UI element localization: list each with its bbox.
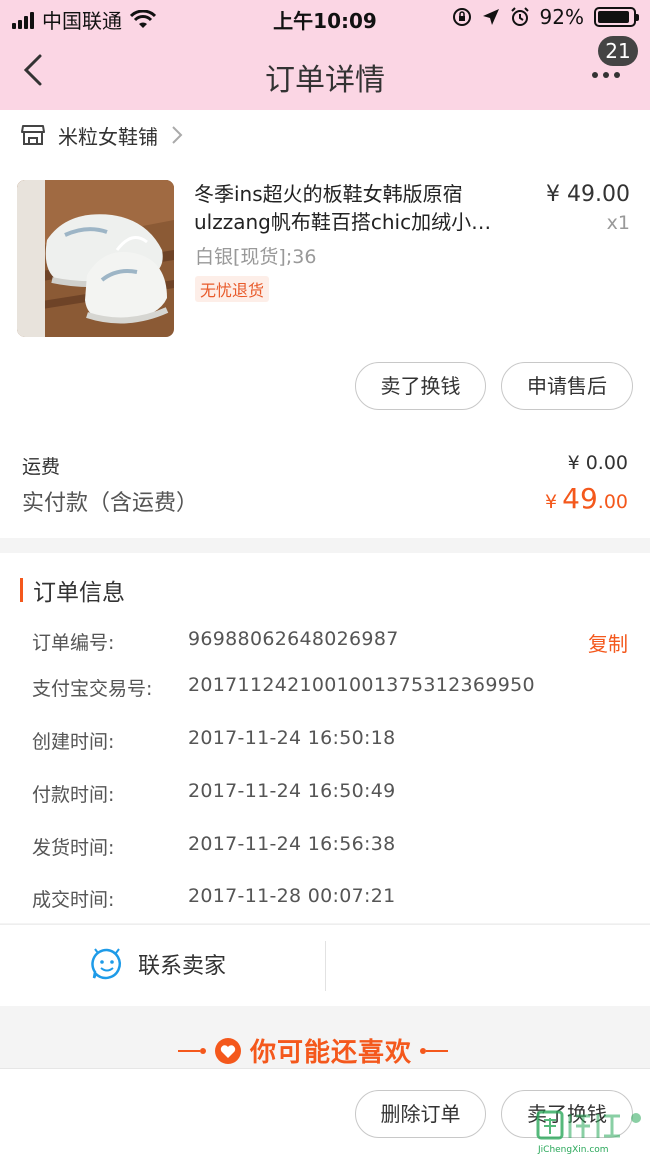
- order-info-card: 订单信息 复制 订单编号: 96988062648026987 支付宝交易号: …: [0, 553, 650, 923]
- paid-integer: 49: [562, 482, 598, 515]
- page-title: 订单详情: [265, 63, 385, 98]
- contact-seller-label: 联系卖家: [138, 954, 227, 979]
- status-right: 92%: [452, 5, 639, 29]
- watermark-text: JiChengXin.com: [538, 1145, 609, 1155]
- divider: [325, 941, 326, 991]
- info-key: 支付宝交易号:: [32, 678, 153, 700]
- rotation-lock-icon: [452, 8, 471, 26]
- order-info-title: 订单信息: [33, 580, 125, 606]
- return-guarantee-tag: 无忧退货: [195, 276, 270, 302]
- heart-icon: [215, 1037, 241, 1064]
- battery-icon: [594, 7, 639, 27]
- delete-order-button[interactable]: 删除订单: [355, 1090, 486, 1138]
- info-value: 2017-11-28 00:07:21: [188, 885, 396, 907]
- info-value: 96988062648026987: [188, 628, 399, 650]
- order-info-header: 订单信息: [20, 573, 125, 607]
- info-value: 2017-11-24 16:50:18: [188, 727, 396, 749]
- product-title[interactable]: 冬季ins超火的板鞋女韩版原宿ulzzang帆布鞋百搭chic加绒小…: [194, 180, 534, 236]
- after-sale-button[interactable]: 申请售后: [501, 362, 633, 410]
- status-bar: 中国联通 上午10:09 92%: [0, 0, 650, 36]
- chevron-right-icon: [172, 126, 183, 144]
- info-value: 2017-11-24 16:56:38: [188, 833, 396, 855]
- shop-icon: [21, 125, 45, 145]
- shipping-label: 运费: [22, 456, 61, 478]
- info-key: 付款时间:: [32, 784, 115, 806]
- chat-face-icon: [91, 948, 121, 980]
- info-key: 创建时间:: [32, 731, 115, 753]
- info-key: 发货时间:: [32, 837, 115, 859]
- recommend-title: 你可能还喜欢: [250, 1038, 413, 1068]
- sneaker-image: [17, 180, 174, 337]
- contact-bar: 联系卖家: [0, 924, 650, 1006]
- info-value: 2017112421001001375312369950: [188, 674, 535, 696]
- info-value: 2017-11-24 16:50:49: [188, 780, 396, 802]
- product-image[interactable]: [17, 180, 174, 337]
- location-icon: [482, 9, 499, 25]
- message-badge: 21: [598, 36, 638, 66]
- product-spec: 白银[现货];36: [195, 246, 317, 268]
- recommend-title-row: 你可能还喜欢: [178, 1032, 449, 1069]
- paid-decimal: .00: [597, 491, 628, 513]
- paid-amount: ¥ 49.00: [545, 482, 628, 515]
- accent-bar: [20, 578, 23, 602]
- more-icon: [592, 72, 620, 78]
- shop-link[interactable]: 米粒女鞋铺: [20, 120, 184, 150]
- product-quantity: x1: [606, 212, 630, 234]
- paid-currency: ¥: [544, 491, 558, 513]
- contact-seller-button[interactable]: 联系卖家: [90, 947, 226, 981]
- copy-button[interactable]: 复制: [588, 628, 628, 657]
- battery-percent: 92%: [539, 5, 584, 29]
- left-line-decoration: [178, 1047, 206, 1054]
- order-product-card: 米粒女鞋铺 冬季ins超火的板鞋女韩版原宿ulzzang帆布鞋百搭chic加绒小…: [0, 110, 650, 538]
- alarm-icon: [510, 7, 529, 26]
- resell-button[interactable]: 卖了换钱: [355, 362, 486, 410]
- right-line-decoration: [420, 1047, 449, 1054]
- shipping-value: ¥ 0.00: [567, 452, 628, 474]
- top-bar: 中国联通 上午10:09 92% 订单详情 21: [0, 0, 650, 110]
- info-key: 订单编号:: [32, 632, 115, 654]
- shop-name: 米粒女鞋铺: [58, 124, 158, 149]
- paid-label: 实付款（含运费）: [22, 491, 199, 516]
- product-price: ¥ 49.00: [546, 182, 630, 207]
- info-key: 成交时间:: [32, 889, 115, 911]
